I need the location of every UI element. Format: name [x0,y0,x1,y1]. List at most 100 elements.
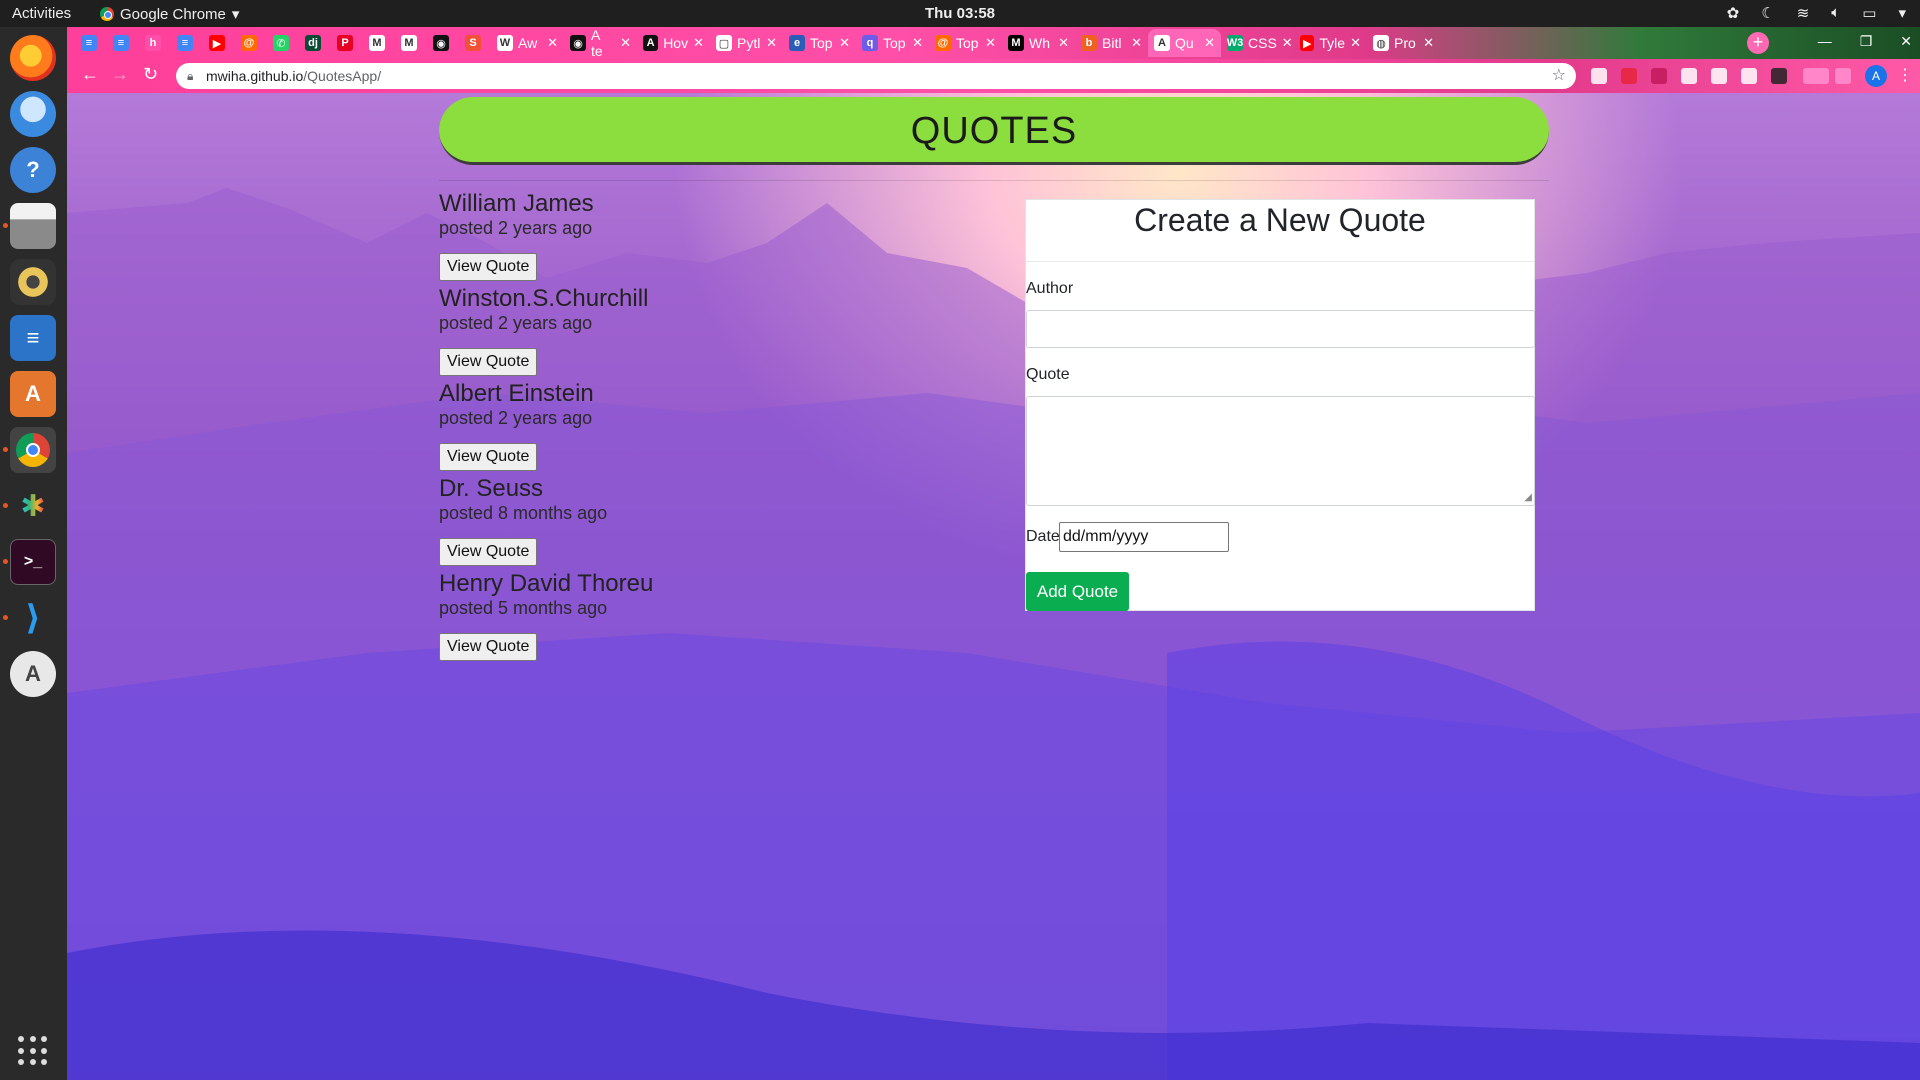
libreoffice-writer-icon[interactable]: ≡ [10,315,56,361]
vscode-icon[interactable]: ⟩ [10,595,56,641]
author-input[interactable] [1026,310,1535,348]
browser-tab[interactable]: A Hov ✕ [637,29,710,57]
browser-tab[interactable]: ▶ [203,29,234,57]
extension-icon[interactable] [1771,68,1787,84]
close-tab-icon[interactable]: ✕ [1282,35,1293,51]
reload-icon[interactable]: ↻ [143,64,158,85]
view-quote-button[interactable]: View Quote [439,538,538,566]
running-indicator [3,223,8,228]
slack-icon[interactable]: ✱ [10,483,56,529]
close-tab-icon[interactable]: ✕ [766,35,777,51]
browser-tab[interactable]: ▶ Tyle ✕ [1294,29,1367,57]
close-tab-icon[interactable]: ✕ [1423,35,1434,51]
browser-tab[interactable]: q Top ✕ [856,29,929,57]
browser-tab[interactable]: dj [299,29,330,57]
system-tray[interactable]: ✿ ☾ ≋ 🔈︎ ▭ ▾ [1727,4,1906,22]
extensions-menu-icon[interactable] [1803,68,1829,84]
swirl-icon: @ [241,35,257,51]
close-tab-icon[interactable]: ✕ [912,35,923,51]
browser-tab[interactable]: P [331,29,362,57]
browser-tab[interactable]: M [363,29,394,57]
extension-icon[interactable] [1711,68,1727,84]
browser-tab[interactable]: ◍ Pro ✕ [1367,29,1440,57]
close-tab-icon[interactable]: ✕ [620,35,631,51]
new-tab-button[interactable]: + [1747,32,1769,54]
snap-icon[interactable]: ✿ [1727,4,1740,22]
files-icon[interactable] [10,203,56,249]
running-indicator [3,503,8,508]
terminal-icon[interactable]: >_ [10,539,56,585]
profile-avatar[interactable]: A [1865,65,1887,87]
extension-icon[interactable] [1621,68,1637,84]
browser-tab[interactable]: ◉ [427,29,458,57]
rhythmbox-icon[interactable] [10,259,56,305]
quote-textarea[interactable]: ◢ [1026,396,1535,506]
close-icon[interactable]: ✕ [1900,33,1912,50]
address-bar[interactable]: 🔒︎ mwiha.github.io/QuotesApp/ ☆ [176,63,1576,89]
date-input[interactable]: dd/mm/yyyy [1059,522,1229,552]
firefox-icon[interactable] [10,35,56,81]
close-tab-icon[interactable]: ✕ [839,35,850,51]
extension-icon[interactable] [1681,68,1697,84]
browser-tab[interactable]: ≡ [171,29,202,57]
extension-icon[interactable] [1651,68,1667,84]
tab-title: Pro [1394,35,1416,51]
thunderbird-icon[interactable] [10,91,56,137]
minimize-icon[interactable]: — [1818,33,1832,50]
software-updater-icon[interactable]: A [10,651,56,697]
close-tab-icon[interactable]: ✕ [1058,35,1069,51]
add-quote-button[interactable]: Add Quote [1026,572,1129,611]
url-path: /QuotesApp/ [303,68,382,84]
browser-tab[interactable]: e Top ✕ [783,29,856,57]
close-tab-icon[interactable]: ✕ [1350,35,1361,51]
view-quote-button[interactable]: View Quote [439,348,538,376]
volume-icon[interactable]: 🔈︎ [1831,4,1840,22]
view-quote-button[interactable]: View Quote [439,443,538,471]
extension-icon[interactable] [1591,68,1607,84]
close-tab-icon[interactable]: ✕ [1131,35,1142,51]
help-icon[interactable]: ? [10,147,56,193]
back-icon[interactable]: ← [81,64,99,85]
close-tab-icon[interactable]: ✕ [693,35,704,51]
maximize-icon[interactable]: ❐ [1860,33,1873,50]
browser-tab[interactable]: @ [235,29,266,57]
browser-tab[interactable]: ▢ Pytl ✕ [710,29,783,57]
browser-tab[interactable]: W Aw ✕ [491,29,564,57]
running-indicator [3,559,8,564]
browser-tab[interactable]: ≡ [75,29,106,57]
browser-tab[interactable]: ≡ [107,29,138,57]
browser-tab[interactable]: b Bitl ✕ [1075,29,1148,57]
clock[interactable]: Thu 03:58 [0,5,1920,22]
browser-tab[interactable]: ◉ A te ✕ [564,27,637,59]
form-title: Create a New Quote [1026,200,1534,262]
extension-icon[interactable] [1741,68,1757,84]
bookmark-star-icon[interactable]: ☆ [1552,63,1566,89]
forward-icon[interactable]: → [111,64,129,85]
chevron-down-icon[interactable]: ▾ [1898,4,1906,22]
wifi-icon[interactable]: ≋ [1797,4,1810,22]
view-quote-button[interactable]: View Quote [439,633,538,661]
resize-grip-icon[interactable]: ◢ [1524,493,1532,503]
browser-tab[interactable]: S [459,29,490,57]
close-tab-icon[interactable]: ✕ [547,35,558,51]
chrome-icon[interactable] [10,427,56,473]
browser-tab[interactable]: @ Top ✕ [929,29,1002,57]
browser-tab[interactable]: h [139,29,170,57]
browser-tab[interactable]: ✆ [267,29,298,57]
lock-icon[interactable]: 🔒︎ [187,63,193,89]
browser-menu-icon[interactable]: ⋮ [1897,65,1913,85]
battery-icon[interactable]: ▭ [1862,4,1876,22]
browser-tab[interactable]: A Qu ✕ [1148,29,1221,57]
view-quote-button[interactable]: View Quote [439,253,538,281]
browser-tab[interactable]: M [395,29,426,57]
reading-list-icon[interactable] [1835,68,1851,84]
close-tab-icon[interactable]: ✕ [1204,35,1215,51]
quote-author: Dr. Seuss [439,475,544,502]
quote-author: Henry David Thoreu [439,570,654,597]
night-light-icon[interactable]: ☾ [1761,4,1774,22]
show-applications-icon[interactable] [18,1036,48,1066]
browser-tab[interactable]: W3 CSS ✕ [1221,29,1294,57]
software-center-icon[interactable]: A [10,371,56,417]
close-tab-icon[interactable]: ✕ [985,35,996,51]
browser-tab[interactable]: M Wh ✕ [1002,29,1075,57]
